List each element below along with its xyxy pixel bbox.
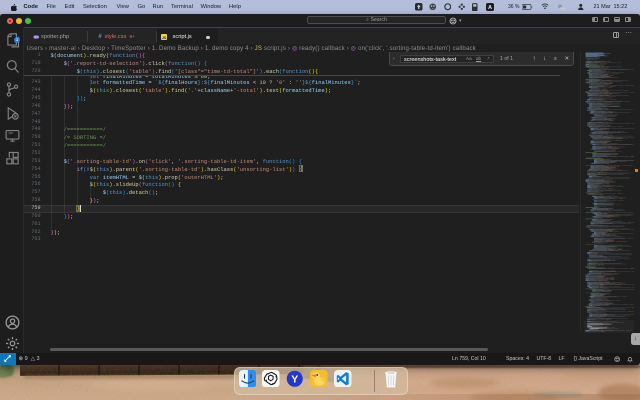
svg-text:A: A — [487, 5, 491, 11]
svg-text:php: php — [33, 35, 38, 39]
svg-text:#: # — [98, 35, 102, 40]
svg-text:JS: JS — [162, 36, 167, 40]
svg-text:Y: Y — [291, 373, 298, 385]
